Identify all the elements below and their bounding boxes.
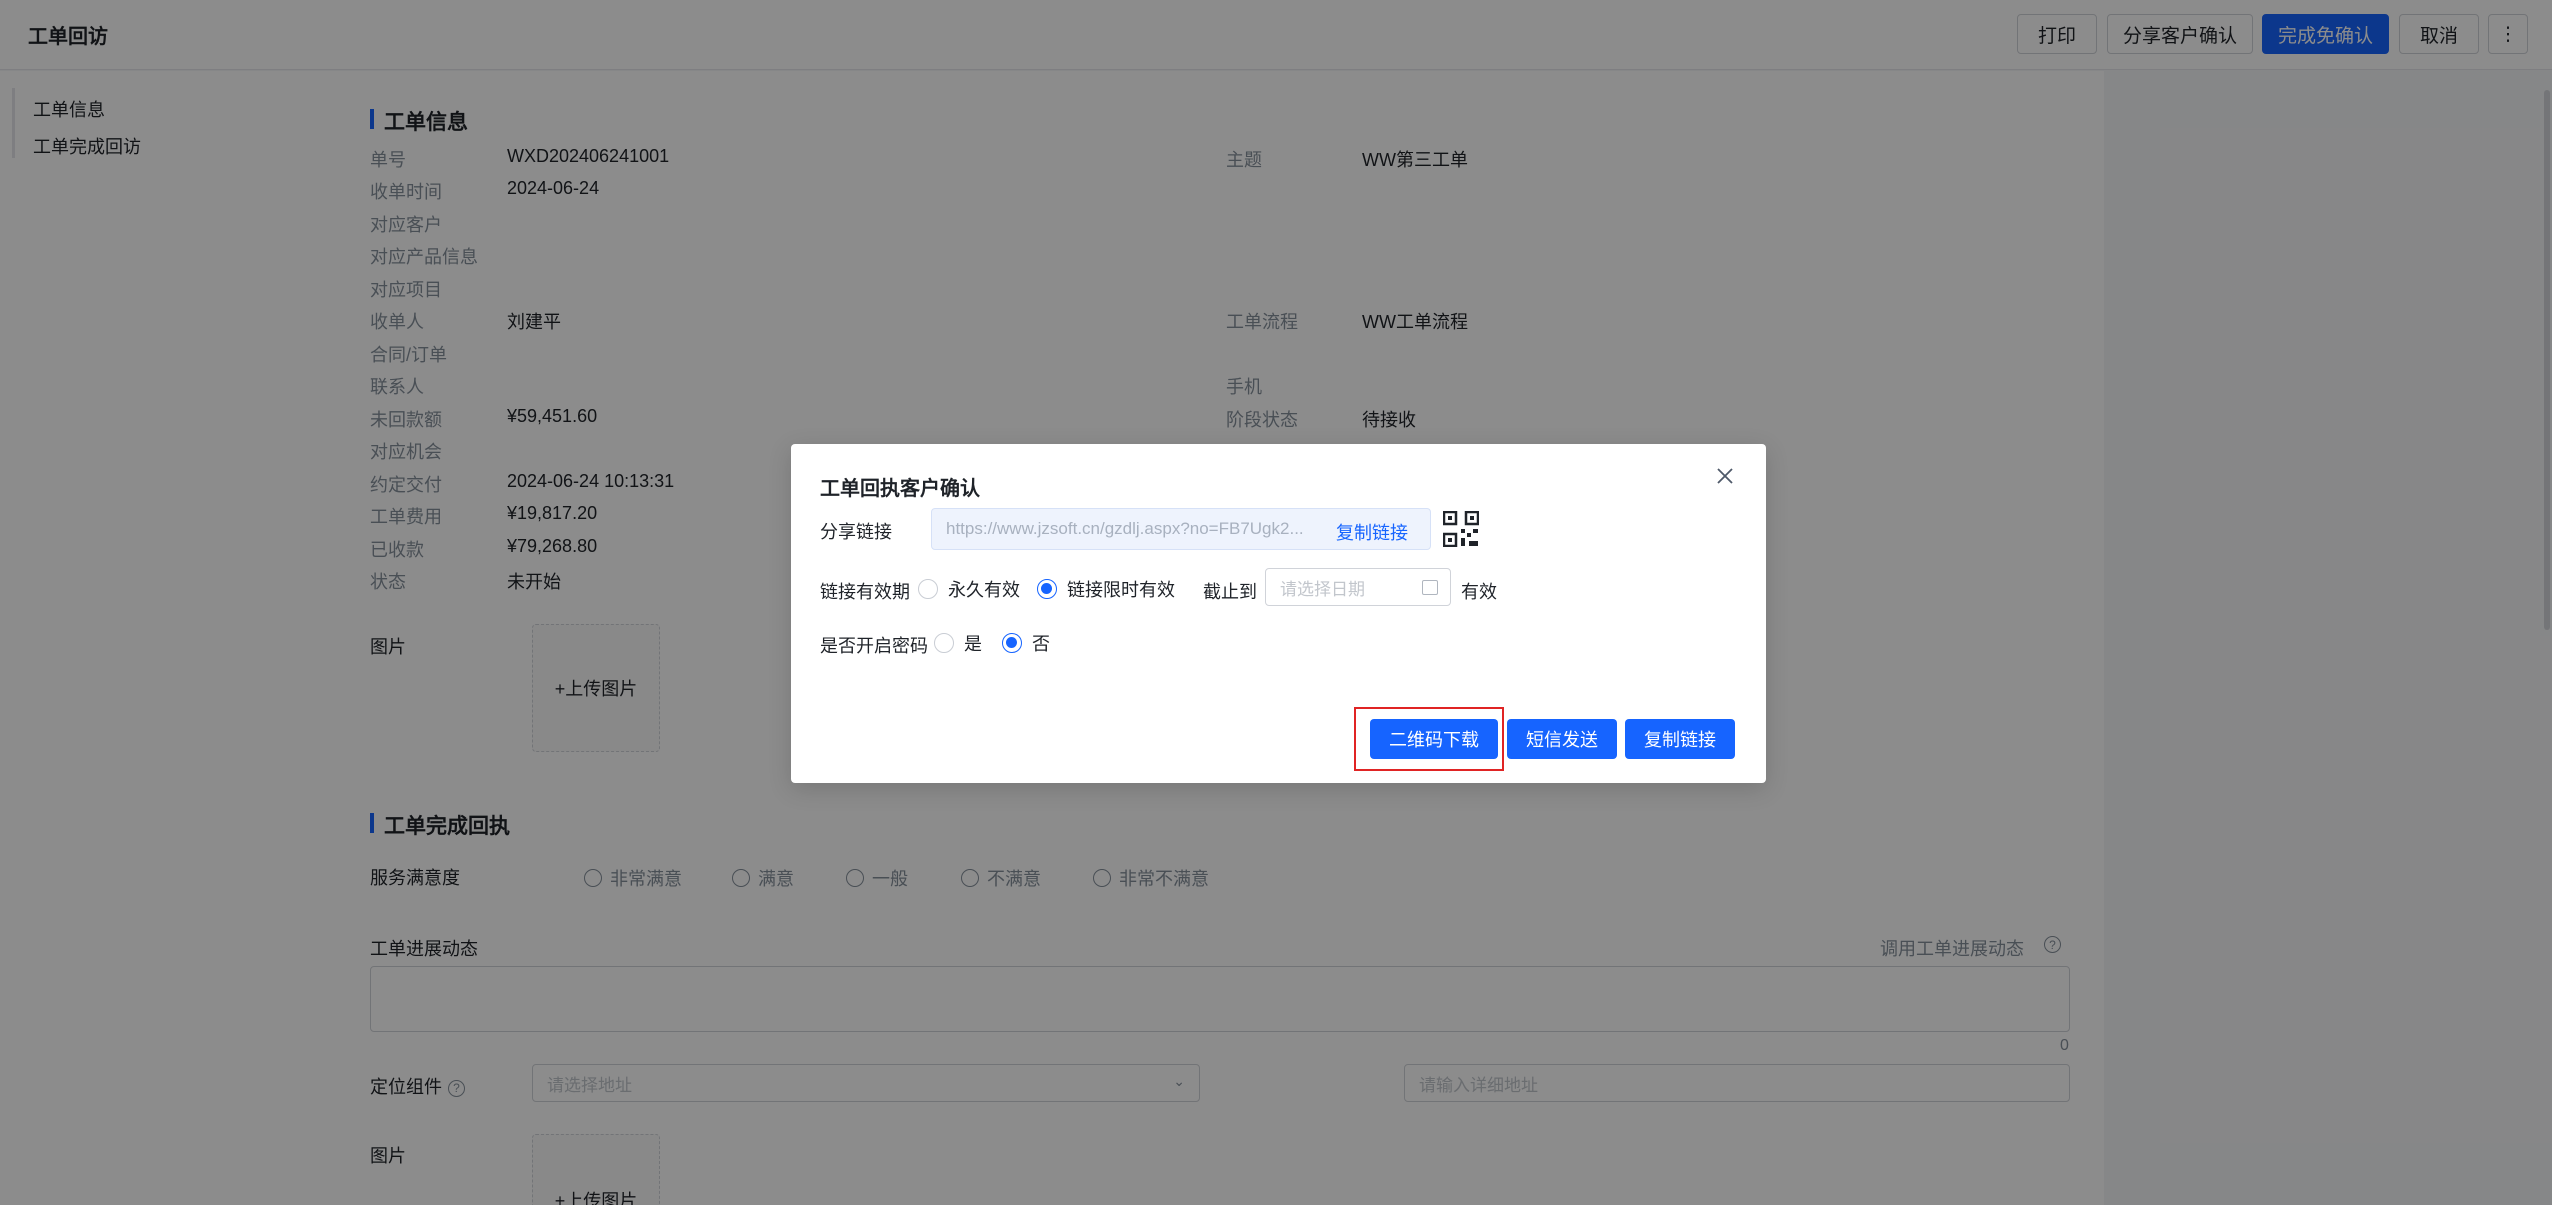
validity-label: 链接有效期 — [820, 582, 910, 602]
share-link-value[interactable]: https://www.jzsoft.cn/gzdlj.aspx?no=FB7U… — [946, 519, 1316, 539]
radio-time-limited[interactable]: 链接限时有效 — [1037, 576, 1175, 602]
calendar-icon — [1422, 580, 1438, 595]
close-icon[interactable] — [1715, 466, 1735, 486]
radio-circle-selected — [1002, 633, 1022, 653]
radio-label: 链接限时有效 — [1067, 580, 1175, 600]
valid-suffix-label: 有效 — [1461, 582, 1497, 602]
radio-permanent[interactable]: 永久有效 — [918, 576, 1020, 602]
radio-password-yes[interactable]: 是 — [934, 630, 982, 656]
radio-label: 永久有效 — [948, 580, 1020, 600]
radio-label: 是 — [964, 634, 982, 654]
expiry-date-picker[interactable]: 请选择日期 — [1265, 568, 1451, 606]
copy-link-inline-button[interactable]: 复制链接 — [1336, 519, 1408, 545]
radio-password-no[interactable]: 否 — [1002, 630, 1050, 656]
share-link-label: 分享链接 — [820, 522, 892, 542]
dialog-title: 工单回执客户确认 — [820, 478, 980, 500]
password-label: 是否开启密码 — [820, 636, 928, 656]
qr-code-icon[interactable] — [1443, 511, 1479, 547]
customer-confirm-dialog: 工单回执客户确认 分享链接 https://www.jzsoft.cn/gzdl… — [791, 444, 1766, 783]
sms-send-button[interactable]: 短信发送 — [1507, 719, 1617, 759]
copy-link-button[interactable]: 复制链接 — [1625, 719, 1735, 759]
date-placeholder: 请选择日期 — [1280, 579, 1365, 599]
until-label: 截止到 — [1203, 582, 1257, 602]
radio-label: 否 — [1032, 634, 1050, 654]
qr-download-button[interactable]: 二维码下载 — [1370, 719, 1498, 759]
radio-circle-selected — [1037, 579, 1057, 599]
share-link-box: https://www.jzsoft.cn/gzdlj.aspx?no=FB7U… — [931, 508, 1431, 550]
radio-circle — [918, 579, 938, 599]
radio-circle — [934, 633, 954, 653]
